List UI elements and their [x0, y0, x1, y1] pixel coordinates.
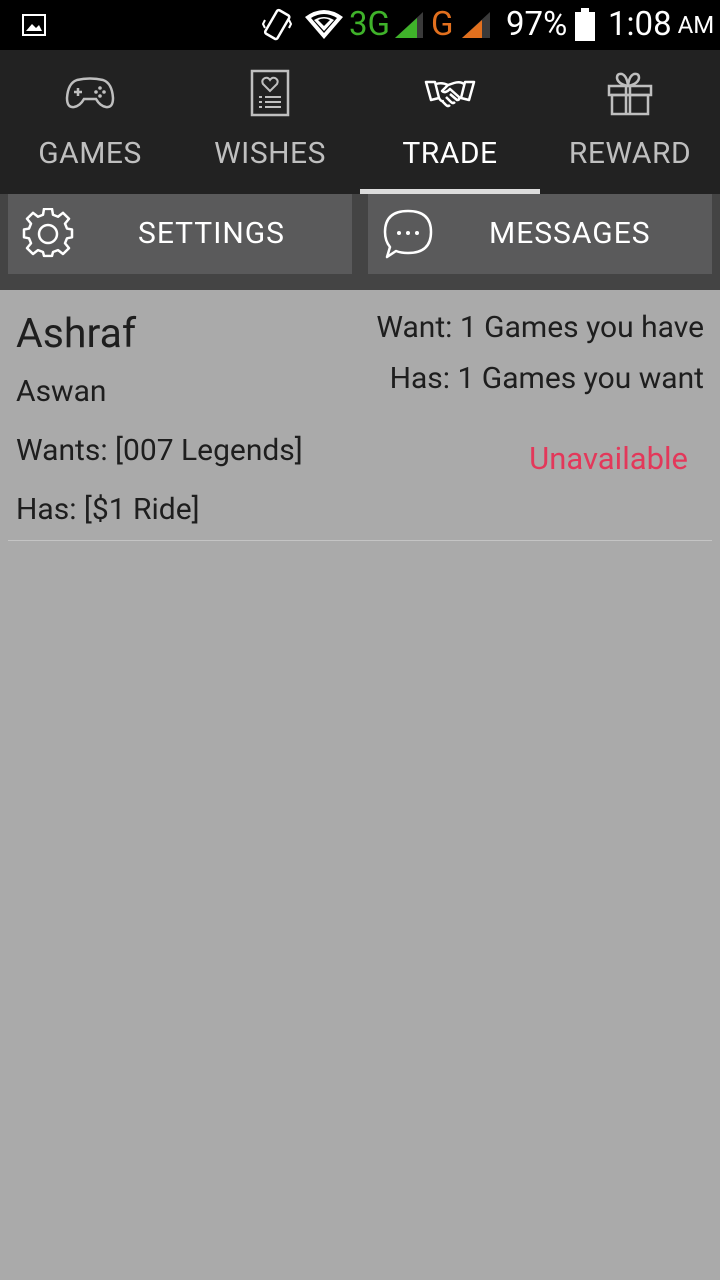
trader-location: Aswan: [16, 374, 107, 409]
tab-wishes-label: WISHES: [214, 136, 326, 171]
tab-wishes[interactable]: WISHES: [180, 50, 360, 194]
clock: 1:08 AM: [608, 5, 715, 44]
want-summary: Want: 1 Games you have: [376, 310, 704, 345]
tab-reward-label: REWARD: [568, 136, 692, 171]
handshake-icon: [360, 68, 540, 118]
trader-wants: Wants: [007 Legends]: [16, 433, 303, 468]
tab-trade[interactable]: TRADE: [360, 50, 540, 194]
vibrate-icon: [262, 0, 292, 50]
list-divider: [8, 540, 712, 541]
settings-label: SETTINGS: [138, 216, 285, 251]
tab-reward[interactable]: REWARD: [540, 50, 720, 194]
trader-has: Has: [$1 Ride]: [16, 492, 200, 527]
wishlist-icon: [180, 68, 360, 118]
chat-bubble-icon: [382, 208, 434, 260]
signal-3g-icon: [393, 0, 425, 50]
messages-button[interactable]: MESSAGES: [368, 194, 712, 274]
tab-games-label: GAMES: [38, 136, 142, 171]
signal-g-icon: [460, 0, 492, 50]
availability-status: Unavailable: [529, 440, 688, 477]
trader-name: Ashraf: [16, 310, 137, 358]
gamepad-icon: [0, 68, 180, 118]
battery-icon: [574, 0, 596, 50]
wifi-icon: [304, 0, 344, 50]
network-3g-label: 3G: [349, 5, 391, 44]
tab-bar: GAMES WISHES TRADE REWARD: [0, 50, 720, 194]
settings-button[interactable]: SETTINGS: [8, 194, 352, 274]
gear-icon: [22, 207, 74, 260]
network-g-label: G: [431, 5, 454, 44]
messages-label: MESSAGES: [489, 216, 651, 251]
battery-percent: 97%: [506, 5, 568, 44]
gift-icon: [540, 68, 720, 118]
trade-list-item[interactable]: Ashraf Aswan Wants: [007 Legends] Has: […: [0, 290, 720, 540]
action-bar: SETTINGS MESSAGES: [0, 194, 720, 290]
has-summary: Has: 1 Games you want: [389, 361, 704, 396]
gallery-notification-icon: [22, 0, 46, 50]
status-bar: 3G G 97% 1:08 AM: [0, 0, 720, 50]
tab-trade-label: TRADE: [402, 136, 498, 171]
tab-games[interactable]: GAMES: [0, 50, 180, 194]
